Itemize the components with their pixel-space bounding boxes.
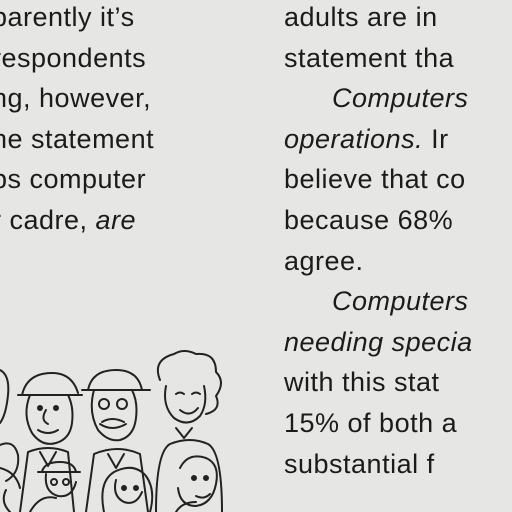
text-span: needing specia [284,326,473,357]
right-text-line: statement tha [284,42,455,73]
right-text-line: with this stat [284,369,440,396]
left-text-line: ps computer [0,166,146,193]
text-span: substantial f [284,448,435,479]
text-span: ng, however, [0,83,152,114]
text-span: believe that co [284,164,466,195]
text-span: are [95,205,137,235]
left-text-line: ng, however, [0,85,151,112]
text-span: statement tha [284,42,455,73]
right-text-line: operations. Ir [284,123,449,154]
text-span: Computers [332,83,469,114]
right-text-line: believe that co [284,166,466,193]
crowd-of-cartoon-people-icon [0,350,223,512]
right-text-line: needing specia [284,326,473,357]
right-text-line: agree. [284,245,364,276]
text-span: operations. [284,123,424,154]
text-span: Ir [423,123,449,154]
left-text-line: respondents [0,42,147,73]
text-span: adults are in [284,2,438,32]
text-span: he statement [0,123,155,154]
right-text-line: Computers [332,288,469,315]
text-span: agree. [284,245,364,276]
text-span: r cadre, [0,205,96,235]
document-page: parently it’s respondents ng, however, he s… [0,0,512,512]
left-text-line: r cadre, are [0,207,136,234]
text-span: parently it’s [0,2,135,32]
text-span: 15% of both a [284,408,458,438]
text-span: ps computer [0,164,147,195]
left-text-line: he statement [0,123,155,154]
right-text-line: 15% of both a [284,410,457,437]
left-text-line: parently it’s [0,4,135,31]
text-span: Computers [332,286,469,317]
right-text-line: because 68% [284,207,453,234]
right-text-line: substantial f [284,448,435,479]
right-text-line: Computers [332,85,469,112]
text-span: respondents [0,42,147,73]
text-span: because 68% [284,205,454,235]
right-text-line: adults are in [284,4,438,31]
text-span: with this stat [284,367,440,398]
